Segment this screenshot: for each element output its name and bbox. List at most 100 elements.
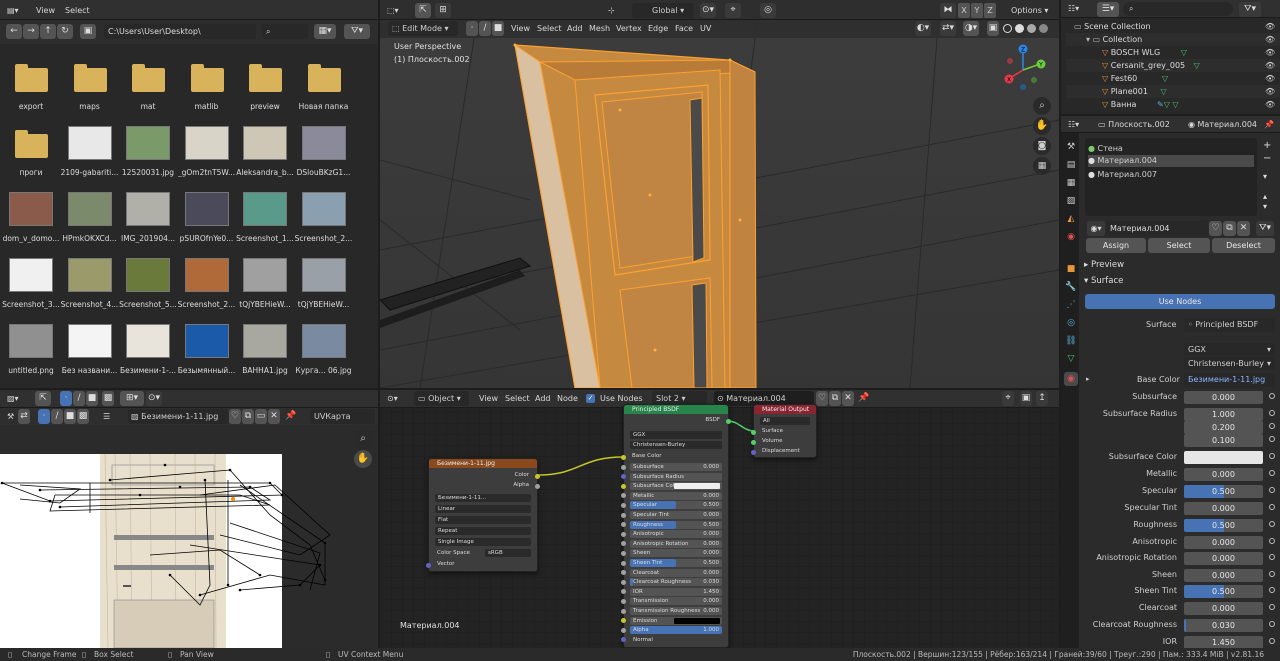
keyframe-dot-icon[interactable] <box>1269 538 1275 544</box>
shader-field-value[interactable]: 0.100 <box>1184 434 1263 447</box>
path-field[interactable]: C:\Users\User\Desktop\ <box>104 24 256 39</box>
uv-sync-icon[interactable]: ⇄ <box>18 409 30 424</box>
uvmap-field[interactable]: UVКарта <box>310 409 375 424</box>
shader-field-value[interactable] <box>1184 451 1263 464</box>
menu-select[interactable]: Select <box>534 21 565 36</box>
menu-vertex[interactable]: Vertex <box>613 21 645 36</box>
bsdf-input-socket[interactable] <box>621 618 626 624</box>
bsdf-input-row[interactable]: IOR 1.450 <box>630 587 722 596</box>
use-nodes-checkbox[interactable]: ✓ <box>586 394 595 403</box>
select-button[interactable]: Select <box>1148 238 1210 253</box>
shader-field-value[interactable]: 0.500 <box>1184 485 1263 498</box>
slot-remove-icon[interactable]: − <box>1263 153 1271 164</box>
node-editor-panel[interactable]: ⊙▾ ▭ Object ▾ View Select Add Node ✓ Use… <box>380 390 1059 648</box>
bsdf-input-socket[interactable] <box>621 570 626 576</box>
menu-select[interactable]: Select <box>62 3 93 18</box>
base-color-expand-icon[interactable]: ▸ <box>1086 375 1090 383</box>
bsdf-input-socket[interactable] <box>621 531 626 537</box>
outliner-row-collection[interactable]: ▾ ▭ Collection <box>1066 33 1280 46</box>
keyframe-dot-icon[interactable] <box>1269 504 1275 510</box>
bsdf-dist-dropdown[interactable]: GGX <box>630 431 722 439</box>
bsdf-input-row[interactable]: Metallic 0.000 <box>630 491 722 500</box>
uv-island-icon[interactable]: ▩ <box>77 409 89 424</box>
bsdf-input-row[interactable]: Emission <box>630 616 722 625</box>
bsdf-input-socket[interactable] <box>621 560 626 566</box>
filter-icon[interactable]: ⛛▾ <box>1239 2 1261 17</box>
backdrop-icon[interactable]: ▣ <box>1020 391 1032 406</box>
forward-icon[interactable]: → <box>23 24 39 39</box>
fake-user-icon[interactable]: ♡ <box>816 391 828 406</box>
file-item[interactable]: pSUROfnYe0... <box>178 192 236 252</box>
tab-tool-icon[interactable]: ⚒ <box>1064 140 1078 154</box>
ext-dropdown[interactable]: Repeat <box>435 527 531 535</box>
bsdf-input-row[interactable]: Subsurface Color <box>630 482 722 491</box>
surface-shader-field[interactable]: ◦ Principled BSDF <box>1184 318 1275 332</box>
base-color-field[interactable]: Безимени-1-11.jpg <box>1184 373 1275 387</box>
fake-user-icon[interactable]: ♡ <box>229 409 241 424</box>
image-texture-node[interactable]: Безимени-1-11.jpg Color Alpha Безимени-1… <box>426 458 540 572</box>
in-surface-socket[interactable] <box>751 430 756 435</box>
parent-node-icon[interactable]: ↥ <box>1036 391 1048 406</box>
tool-icon[interactable]: ⚒ <box>4 409 17 424</box>
keyframe-dot-icon[interactable] <box>1269 638 1275 644</box>
bsdf-input-socket[interactable] <box>621 627 626 633</box>
folder-item[interactable]: matlib <box>178 60 236 120</box>
menu-add[interactable]: Add <box>532 391 554 406</box>
menu-view[interactable]: View <box>33 3 58 18</box>
bsdf-input-row[interactable]: Anisotropic 0.000 <box>630 530 722 539</box>
bsdf-input-socket[interactable] <box>621 550 626 556</box>
file-item[interactable]: tQjYBEHieW... <box>236 258 294 318</box>
menu-view[interactable]: View <box>508 21 533 36</box>
file-item[interactable]: Screenshot_2... <box>178 258 236 318</box>
shader-field-value[interactable]: 0.500 <box>1184 585 1263 598</box>
bsdf-input-socket[interactable] <box>621 493 626 499</box>
source-dropdown[interactable]: Single Image <box>435 538 531 546</box>
file-item[interactable]: Курга... 06.jpg <box>295 324 353 384</box>
editor-type-icon[interactable]: ⬚▾ <box>384 3 402 18</box>
open-image-icon[interactable]: ▭ <box>255 409 267 424</box>
outliner-row-object[interactable]: ▽ Cersanit_grey_005 ▽ <box>1066 59 1280 72</box>
unlink-icon[interactable]: ✕ <box>268 409 280 424</box>
bsdf-input-row[interactable]: Anisotropic Rotation 0.000 <box>630 539 722 548</box>
grid-toggle-icon[interactable]: ▦ <box>1033 157 1051 175</box>
uv-face-icon[interactable]: ■ <box>64 409 76 424</box>
editor-type-icon[interactable]: ☷▾ <box>1065 1 1082 16</box>
options-menu[interactable]: Options ▾ <box>1008 3 1051 18</box>
material-slot-item[interactable]: ● Стена <box>1088 143 1254 155</box>
file-item[interactable]: 12520031.jpg <box>119 126 177 186</box>
file-item[interactable]: Без названи... <box>61 324 119 384</box>
sticky-select-icon[interactable]: ⊞▾ <box>120 391 144 406</box>
tab-view-layer-icon[interactable]: ▨ <box>1064 194 1078 208</box>
uv-editor-panel[interactable]: ▨▾ ⇱ · / ■ ▩ ⊞▾ ⊙▾ ⚒ ⇄ · / ■ ▩ ☰ ▨ Безим… <box>0 390 378 648</box>
principled-bsdf-node[interactable]: Principled BSDF BSDF GGX Christensen-Bur… <box>621 404 731 648</box>
sss-method-dropdown[interactable]: Christensen-Burley ▾ <box>1184 357 1275 370</box>
axis-x-toggle[interactable]: X <box>958 3 970 18</box>
shader-field-value[interactable]: 0.000 <box>1184 468 1263 481</box>
image-selector[interactable]: ▨ Безимени-1-11.jpg <box>128 409 228 424</box>
pivot-icon[interactable]: ⊙▾ <box>146 391 162 406</box>
bsdf-input-socket[interactable] <box>621 502 626 508</box>
folder-item[interactable]: mat <box>119 60 177 120</box>
bsdf-input-row[interactable]: Roughness 0.500 <box>630 520 722 529</box>
bsdf-input-row[interactable]: Alpha 1.000 <box>630 626 722 635</box>
shader-type-dropdown[interactable]: ▭ Object ▾ <box>414 391 469 406</box>
link-dropdown-icon[interactable]: ⛛▾ <box>1256 221 1274 236</box>
file-item[interactable]: tQjYBEHieW... <box>295 258 353 318</box>
unlink-icon[interactable]: ✕ <box>1237 221 1250 236</box>
mode-dropdown[interactable]: ⬚ Edit Mode ▾ <box>388 21 458 36</box>
menu-edge[interactable]: Edge <box>645 21 671 36</box>
shader-field-value[interactable]: 0.000 <box>1184 502 1263 515</box>
out-alpha-socket[interactable] <box>535 484 540 489</box>
tab-world-icon[interactable]: ◉ <box>1064 230 1078 244</box>
bsdf-sss-dropdown[interactable]: Christensen-Burley <box>630 441 722 449</box>
in-vector-socket[interactable] <box>426 563 431 568</box>
bsdf-input-socket[interactable] <box>621 522 626 528</box>
filter-search-input[interactable]: ⌕ <box>262 24 308 39</box>
select-tool-icon[interactable]: ⇱ <box>35 391 51 406</box>
face-select-icon[interactable]: ■ <box>86 391 98 406</box>
bsdf-input-row[interactable]: Specular Tint 0.000 <box>630 511 722 519</box>
shader-field-value[interactable]: 0.500 <box>1184 519 1263 532</box>
display-mode-icon[interactable]: ▦▾ <box>314 24 336 39</box>
keyframe-dot-icon[interactable] <box>1269 470 1275 476</box>
image-node-file[interactable]: Безимени-1-11... <box>435 494 531 502</box>
